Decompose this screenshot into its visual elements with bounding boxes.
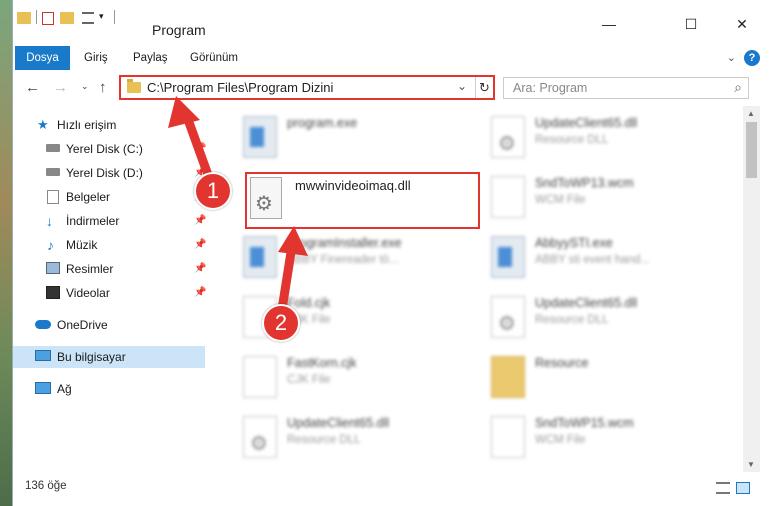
- customize-icon[interactable]: [82, 12, 94, 24]
- application-icon: [243, 116, 277, 158]
- pin-icon[interactable]: 📌: [194, 282, 206, 304]
- folder-icon: [127, 79, 141, 93]
- drive-icon: [46, 144, 60, 152]
- application-icon: [491, 236, 525, 278]
- ribbon-tabs: Dosya Giriş Paylaş Görünüm ⌄ ?: [13, 46, 769, 70]
- dll-file-icon: [491, 116, 525, 158]
- callout-badge-2: 2: [262, 304, 300, 342]
- scroll-thumb[interactable]: [746, 122, 757, 178]
- file-tile[interactable]: ProgramInstaller.exe ABBY Finereader tö.…: [233, 230, 473, 288]
- file-icon: [491, 416, 525, 458]
- navigation-pane: ★ Hızlı erişim Yerel Disk (C:) 📌 Yerel D…: [13, 108, 209, 474]
- star-icon: ★: [37, 117, 49, 132]
- tab-home[interactable]: Giriş: [72, 46, 120, 70]
- file-tile[interactable]: FastKorn.cjk CJK File: [233, 350, 473, 408]
- callout-badge-1: 1: [194, 172, 232, 210]
- address-bar[interactable]: C:\Program Files\Program Dizini ⌄ ↻: [119, 75, 495, 100]
- pin-icon[interactable]: 📌: [194, 258, 206, 280]
- divider: [36, 10, 37, 24]
- videos-icon: [46, 286, 60, 299]
- cloud-icon: [35, 320, 51, 329]
- pin-icon[interactable]: 📌: [194, 138, 206, 160]
- sidebar-item-pictures[interactable]: Resimler 📌: [13, 258, 206, 280]
- dll-file-icon: [250, 177, 282, 219]
- forward-arrow-icon[interactable]: →: [53, 79, 68, 96]
- vertical-scrollbar[interactable]: ▲ ▼: [743, 106, 760, 472]
- search-placeholder[interactable]: Ara: Program: [513, 81, 587, 95]
- sidebar-item-videos[interactable]: Videolar 📌: [13, 282, 206, 304]
- folder-icon: [17, 12, 31, 24]
- desktop-background: [0, 0, 12, 506]
- folder-tile[interactable]: Resource: [481, 350, 721, 408]
- window-title: Program: [152, 22, 206, 38]
- sidebar-item-onedrive[interactable]: OneDrive: [13, 314, 205, 336]
- computer-icon: [35, 350, 51, 361]
- pin-icon[interactable]: 📌: [194, 210, 206, 232]
- divider: [114, 10, 115, 24]
- sidebar-item-local-disk-c[interactable]: Yerel Disk (C:) 📌: [13, 138, 206, 160]
- file-icon: [491, 176, 525, 218]
- documents-icon: [47, 190, 59, 204]
- file-tile[interactable]: SndToWP15.wcm WCM File: [481, 410, 721, 468]
- title-bar: ▾ Program — ☐ ✕: [13, 0, 769, 38]
- recent-chevron-icon[interactable]: ⌄: [81, 81, 89, 92]
- large-icons-view-icon[interactable]: [736, 482, 750, 494]
- item-count: 136 öğe: [25, 480, 67, 492]
- tab-share[interactable]: Paylaş: [121, 46, 180, 70]
- application-icon: [243, 236, 277, 278]
- up-arrow-icon[interactable]: ↑: [99, 79, 107, 96]
- music-icon: ♪: [47, 237, 54, 253]
- status-bar: 136 öğe: [13, 474, 769, 500]
- search-box[interactable]: Ara: Program ⌕: [503, 77, 749, 99]
- close-button[interactable]: ✕: [719, 10, 765, 38]
- network-icon: [35, 382, 51, 394]
- sidebar-item-local-disk-d[interactable]: Yerel Disk (D:) 📌: [13, 162, 206, 184]
- scroll-down-icon[interactable]: ▼: [747, 460, 755, 469]
- search-icon[interactable]: ⌕: [734, 79, 742, 96]
- minimize-button[interactable]: —: [586, 10, 632, 38]
- refresh-icon[interactable]: ↻: [475, 77, 493, 98]
- sidebar-item-network[interactable]: Ağ: [13, 378, 205, 400]
- file-tile[interactable]: UpdateClient65.dll Resource DLL: [233, 410, 473, 468]
- pin-icon[interactable]: 📌: [194, 234, 206, 256]
- scroll-up-icon[interactable]: ▲: [747, 109, 755, 118]
- folder-icon: [491, 356, 525, 398]
- chevron-down-icon[interactable]: ▾: [99, 11, 104, 22]
- details-view-icon[interactable]: [716, 482, 730, 494]
- dll-file-icon: [243, 416, 277, 458]
- download-icon: ↓: [46, 213, 53, 229]
- help-button[interactable]: ?: [744, 50, 760, 66]
- sidebar-item-quick-access[interactable]: ★ Hızlı erişim: [13, 114, 205, 136]
- file-tile[interactable]: program.exe: [233, 110, 473, 168]
- new-folder-icon[interactable]: [60, 12, 74, 24]
- file-tile[interactable]: UpdateClient65.dll Resource DLL: [481, 110, 721, 168]
- highlighted-file-name: mwwinvideoimaq.dll: [295, 178, 411, 193]
- tab-view[interactable]: Görünüm: [178, 46, 250, 70]
- maximize-button[interactable]: ☐: [668, 10, 714, 38]
- back-arrow-icon[interactable]: ←: [25, 79, 40, 96]
- sidebar-item-music[interactable]: ♪ Müzik 📌: [13, 234, 206, 256]
- file-icon: [243, 356, 277, 398]
- sidebar-item-downloads[interactable]: ↓ İndirmeler 📌: [13, 210, 206, 232]
- navigation-bar: ← → ⌄ ↑ C:\Program Files\Program Dizini …: [13, 72, 769, 106]
- sidebar-item-this-pc[interactable]: Bu bilgisayar: [13, 346, 205, 368]
- file-tile[interactable]: AbbyySTI.exe ABBY sti event hand...: [481, 230, 721, 288]
- address-path[interactable]: C:\Program Files\Program Dizini: [147, 80, 333, 95]
- file-explorer-window: ▾ Program — ☐ ✕ Dosya Giriş Paylaş Görün…: [12, 0, 769, 506]
- file-tile[interactable]: SndToWP13.wcm WCM File: [481, 170, 721, 228]
- dll-file-icon: [491, 296, 525, 338]
- tab-file[interactable]: Dosya: [15, 46, 70, 70]
- properties-icon[interactable]: [42, 12, 54, 25]
- sidebar-item-documents[interactable]: Belgeler 📌: [13, 186, 206, 208]
- pictures-icon: [46, 262, 60, 274]
- file-tile[interactable]: UpdateClient65.dll Resource DLL: [481, 290, 721, 348]
- drive-icon: [46, 168, 60, 176]
- file-list: program.exe UpdateClient65.dll Resource …: [219, 106, 743, 472]
- highlighted-file-tile[interactable]: mwwinvideoimaq.dll: [245, 172, 480, 229]
- address-dropdown-icon[interactable]: ⌄: [457, 79, 467, 93]
- expand-ribbon-icon[interactable]: ⌄: [727, 51, 736, 64]
